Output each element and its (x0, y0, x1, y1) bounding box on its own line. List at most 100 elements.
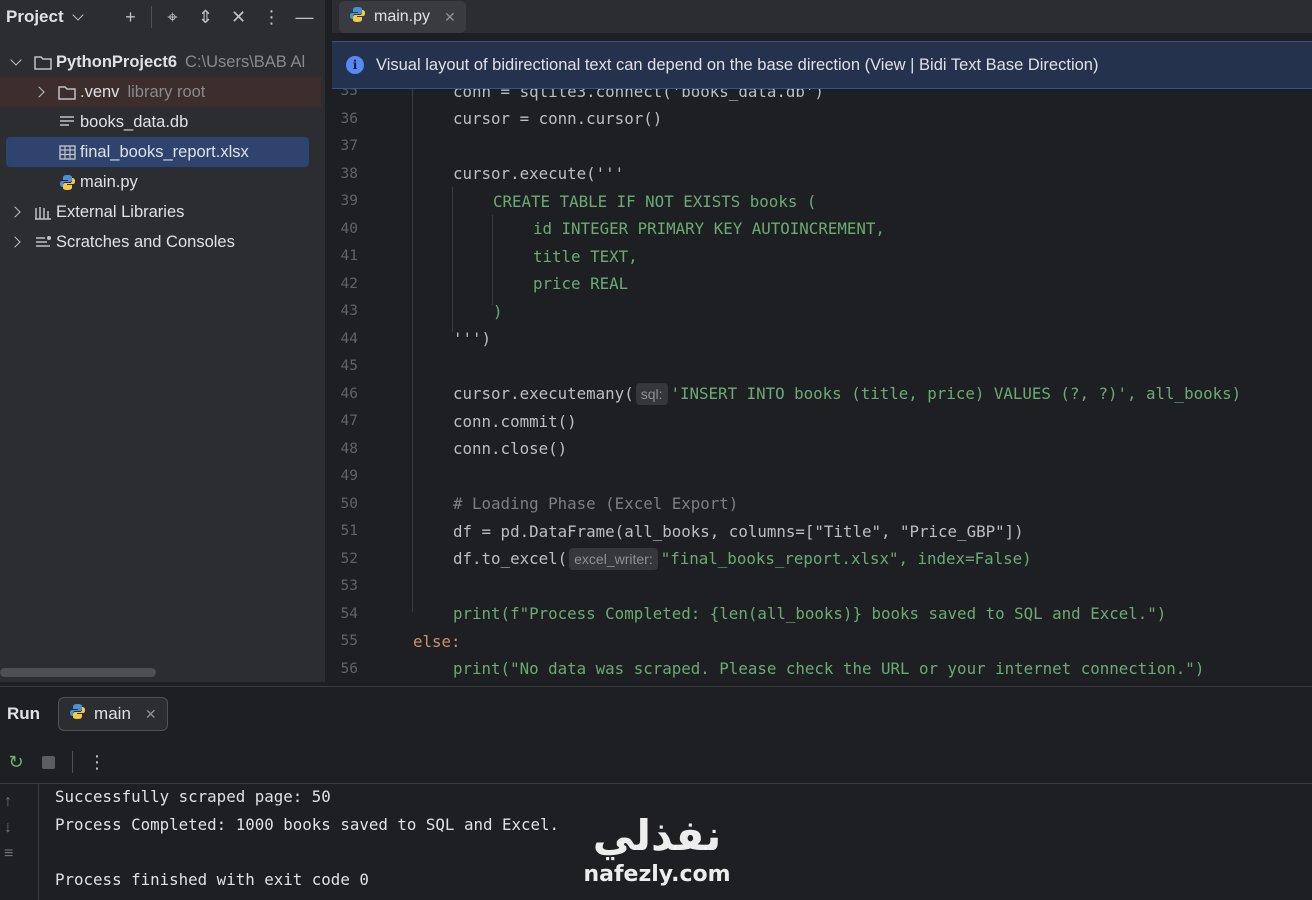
code-text: ) (493, 301, 503, 321)
venv-note: library root (127, 82, 206, 101)
locate-icon[interactable]: ⌖ (156, 5, 189, 29)
code-line[interactable]: 48 conn.close() (332, 435, 1312, 463)
code-text: cursor = conn.cursor() (453, 109, 663, 129)
expand-all-icon[interactable]: ⇕ (189, 5, 222, 29)
code-line[interactable]: 45 (332, 353, 1312, 381)
scratches-label: Scratches and Consoles (56, 232, 235, 251)
code-line[interactable]: 53 (332, 573, 1312, 601)
bidi-notification-banner: i Visual layout of bidirectional text ca… (332, 41, 1312, 89)
line-number: 44 (340, 330, 358, 347)
watermark-arabic: نفذلي (592, 811, 722, 860)
watermark: نفذلي nafezly.com (572, 810, 742, 888)
close-icon[interactable]: ✕ (444, 9, 456, 26)
watermark-latin: nafezly.com (583, 862, 731, 887)
editor-tabbar: main.py ✕ (332, 0, 1312, 34)
new-file-icon[interactable]: + (114, 5, 147, 29)
code-line[interactable]: 36 cursor = conn.cursor() (332, 105, 1312, 133)
line-number: 54 (340, 605, 358, 622)
chevron-right-icon[interactable] (32, 84, 48, 100)
parameter-hint: excel_writer: (569, 547, 658, 570)
code-token: "final_books_report.xlsx", index=False) (660, 548, 1032, 568)
line-number: 51 (340, 523, 358, 540)
horizontal-scrollbar[interactable] (0, 668, 156, 677)
line-number: 38 (340, 165, 358, 182)
project-root-path: C:\Users\BAB Al (185, 52, 306, 71)
chevron-down-icon[interactable] (71, 9, 84, 21)
chevron-right-icon[interactable] (8, 234, 24, 250)
code-line[interactable]: 44 ''') (332, 325, 1312, 353)
toolbar-divider (72, 751, 73, 773)
folder-icon (33, 52, 53, 72)
rerun-icon[interactable]: ↻ (0, 748, 32, 776)
tree-item-project-root[interactable]: PythonProject6 C:\Users\BAB Al (0, 47, 325, 77)
folder-icon (57, 82, 77, 102)
code-line[interactable]: 46 cursor.executemany(sql: 'INSERT INTO b… (332, 380, 1312, 408)
code-line[interactable]: 38 cursor.execute(''' (332, 160, 1312, 188)
run-tab-main[interactable]: main ✕ (58, 697, 168, 731)
code-line[interactable]: 40 id INTEGER PRIMARY KEY AUTOINCREMENT, (332, 215, 1312, 243)
code-line[interactable]: 39 CREATE TABLE IF NOT EXISTS books ( (332, 188, 1312, 216)
banner-text[interactable]: Visual layout of bidirectional text can … (376, 56, 1098, 75)
project-toolbar: + ⌖ ⇕ ✕ ⋮ — (114, 5, 321, 29)
scratches-icon (33, 232, 53, 252)
arrow-up-icon[interactable]: ↑ (4, 793, 13, 811)
code-line[interactable]: 52 df.to_excel(excel_writer: "final_books… (332, 545, 1312, 573)
code-text: CREATE TABLE IF NOT EXISTS books ( (493, 191, 817, 211)
code-area[interactable]: 35 conn = sqlite3.connect('books_data.db… (332, 76, 1312, 682)
line-number: 46 (340, 385, 358, 402)
code-text: id INTEGER PRIMARY KEY AUTOINCREMENT, (533, 219, 885, 239)
code-token: cursor.executemany( (453, 383, 634, 403)
ide-window: Project + ⌖ ⇕ ✕ ⋮ — PythonProject6 C:\Use… (0, 0, 1312, 900)
more-options-icon[interactable]: ⋮ (81, 748, 113, 776)
code-text: df.to_excel(excel_writer: "final_books_re… (453, 547, 1032, 570)
close-icon[interactable]: ✕ (145, 706, 157, 723)
tree-item-scratches[interactable]: Scratches and Consoles (0, 227, 325, 257)
soft-wrap-icon[interactable]: ≡ (4, 845, 13, 863)
python-icon (57, 172, 77, 192)
chevron-right-icon[interactable] (8, 204, 24, 220)
code-line[interactable]: 54 print(f"Process Completed: {len(all_b… (332, 600, 1312, 628)
arrow-down-icon[interactable]: ↓ (4, 819, 13, 837)
code-line[interactable]: 42 price REAL (332, 270, 1312, 298)
code-line[interactable]: 47 conn.commit() (332, 408, 1312, 436)
tree-item-external-libraries[interactable]: External Libraries (0, 197, 325, 227)
code-line[interactable]: 55 else: (332, 628, 1312, 656)
line-number: 47 (340, 413, 358, 430)
line-number: 48 (340, 440, 358, 457)
project-title[interactable]: Project (6, 7, 64, 27)
hide-panel-icon[interactable]: — (288, 5, 321, 29)
line-number: 40 (340, 220, 358, 237)
line-number: 43 (340, 303, 358, 320)
options-icon[interactable]: ⋮ (255, 5, 288, 29)
parameter-hint: sql: (635, 382, 668, 405)
line-number: 50 (340, 495, 358, 512)
python-icon (349, 6, 366, 28)
chevron-down-icon[interactable] (8, 54, 24, 70)
external-libraries-label: External Libraries (56, 202, 185, 221)
collapse-all-icon[interactable]: ✕ (222, 5, 255, 29)
line-number: 37 (340, 138, 358, 155)
tree-item-books-db[interactable]: books_data.db (0, 107, 325, 137)
project-tree: PythonProject6 C:\Users\BAB Al .venv libra… (0, 47, 325, 257)
tree-item-main-py[interactable]: main.py (0, 167, 325, 197)
tree-item-xlsx[interactable]: final_books_report.xlsx (6, 137, 309, 167)
line-number: 56 (340, 660, 358, 677)
code-line[interactable]: 51 df = pd.DataFrame(all_books, columns=… (332, 518, 1312, 546)
code-line[interactable]: 50 # Loading Phase (Excel Export) (332, 490, 1312, 518)
code-line[interactable]: 41 title TEXT, (332, 243, 1312, 271)
code-line[interactable]: 43 ) (332, 298, 1312, 326)
code-line[interactable]: 37 (332, 133, 1312, 161)
tab-main-py[interactable]: main.py ✕ (339, 1, 466, 33)
line-number: 45 (340, 358, 358, 375)
code-line[interactable]: 56 print("No data was scraped. Please ch… (332, 655, 1312, 682)
console-output[interactable]: Successfully scraped page: 50 Process Co… (55, 783, 559, 893)
code-line[interactable]: 49 (332, 463, 1312, 491)
project-panel: Project + ⌖ ⇕ ✕ ⋮ — PythonProject6 C:\Use… (0, 0, 325, 682)
line-number: 39 (340, 193, 358, 210)
stop-icon[interactable] (32, 748, 64, 776)
tab-label: main.py (374, 8, 431, 25)
code-text: title TEXT, (533, 246, 638, 266)
tree-item-venv[interactable]: .venv library root (0, 77, 321, 107)
toolbar-divider (151, 6, 152, 28)
line-number: 49 (340, 468, 358, 485)
